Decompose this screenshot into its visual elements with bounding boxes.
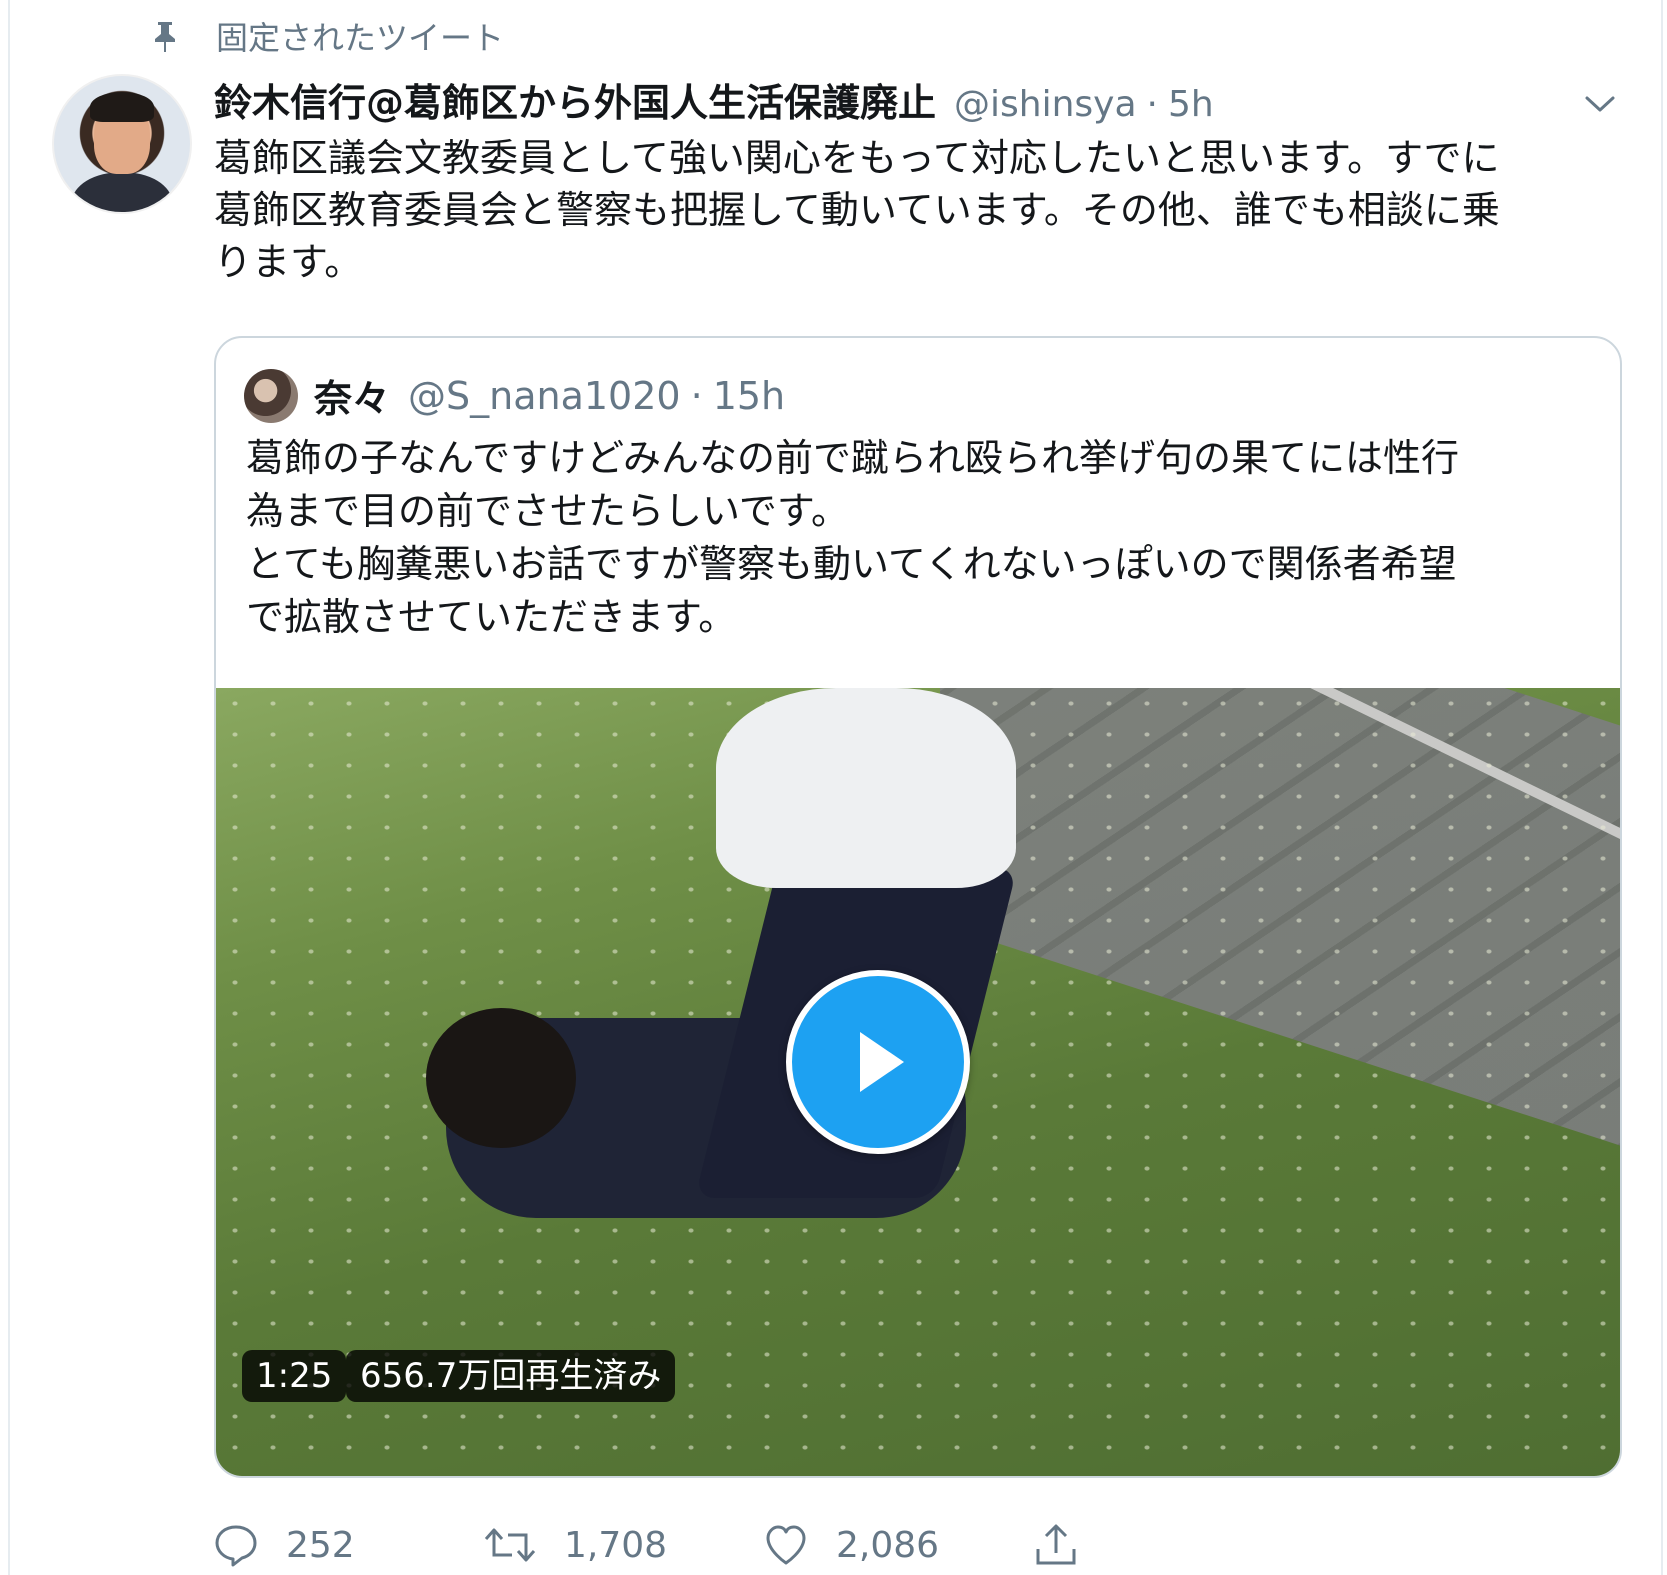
quoted-author-handle: @S_nana1020: [408, 373, 681, 418]
video-thumbnail-figure-torso: [716, 688, 1016, 888]
author-avatar[interactable]: [52, 74, 192, 214]
quoted-tweet-timestamp: 15h: [712, 373, 786, 418]
pin-icon: [150, 19, 180, 53]
video-views-badge: 656.7万回再生済み: [346, 1350, 676, 1402]
quoted-author-name: 奈々: [314, 377, 391, 421]
chevron-down-icon: [1585, 96, 1615, 112]
tweet-text: 葛飾区議会文教委員として強い関心をもって対応したいと思います。すでに 葛飾区教育…: [214, 136, 1500, 284]
share-button[interactable]: [1034, 1520, 1106, 1570]
video-duration-badge: 1:25: [242, 1350, 347, 1402]
tweet-actions: 252 1,708 2,086: [214, 1520, 1634, 1570]
retweet-icon: [484, 1528, 536, 1562]
quoted-tweet-header: 奈々 @S_nana1020 · 15h: [244, 368, 785, 423]
tweet-timestamp[interactable]: 5h: [1168, 84, 1214, 125]
retweet-button[interactable]: 1,708: [484, 1520, 667, 1570]
timeline-border-right: [1661, 0, 1663, 1575]
video-thumbnail-figure-head: [426, 1008, 576, 1148]
author-name[interactable]: 鈴木信行@葛飾区から外国人生活保護廃止: [214, 72, 936, 127]
reply-count: 252: [286, 1524, 355, 1566]
like-button[interactable]: 2,086: [764, 1520, 939, 1570]
pinned-tweet-label: 固定されたツイート: [216, 19, 505, 57]
pinned-tweet-indicator: 固定されたツイート: [150, 16, 505, 57]
play-button[interactable]: [786, 970, 970, 1154]
separator-dot: ·: [690, 373, 703, 418]
video-player[interactable]: 1:25 656.7万回再生済み: [216, 688, 1620, 1476]
author-handle[interactable]: @ishinsya: [954, 84, 1137, 125]
quoted-tweet-card[interactable]: 奈々 @S_nana1020 · 15h 葛飾の子なんですけどみんなの前で蹴られ…: [214, 336, 1622, 1478]
share-icon: [1036, 1524, 1076, 1565]
like-count: 2,086: [836, 1524, 940, 1566]
retweet-count: 1,708: [564, 1524, 668, 1566]
reply-button[interactable]: 252: [214, 1520, 355, 1570]
tweet-header: 鈴木信行@葛飾区から外国人生活保護廃止 @ishinsya · 5h: [214, 72, 1214, 127]
reply-icon: [215, 1525, 257, 1567]
play-icon: [860, 1032, 904, 1092]
timeline-border-left: [8, 0, 10, 1575]
separator-dot: ·: [1146, 84, 1158, 125]
quoted-tweet-text: 葛飾の子なんですけどみんなの前で蹴られ殴られ挙げ句の果てには性行 為まで目の前で…: [246, 436, 1459, 639]
heart-icon: [766, 1525, 806, 1565]
tweet-menu-button[interactable]: [1578, 86, 1622, 122]
quoted-author-avatar: [244, 368, 298, 423]
